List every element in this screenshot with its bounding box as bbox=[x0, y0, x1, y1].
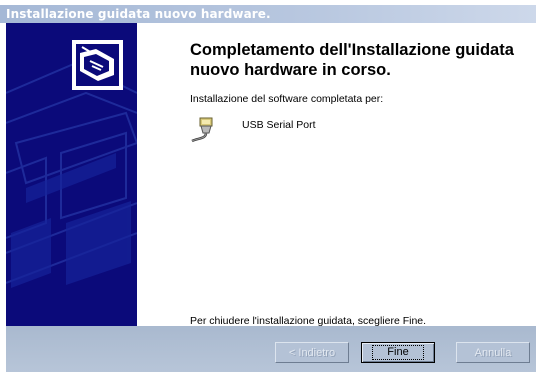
back-button[interactable]: < Indietro bbox=[275, 342, 349, 363]
banner-illustration bbox=[6, 23, 137, 326]
button-bar: < Indietro Fine Annulla bbox=[6, 326, 536, 372]
finish-button-label: Fine bbox=[372, 345, 424, 360]
status-message: Installazione del software completata pe… bbox=[190, 93, 384, 105]
title-bar[interactable]: Installazione guidata nuovo hardware. bbox=[0, 5, 536, 23]
page-title: Completamento dell'Installazione guidata… bbox=[190, 41, 514, 79]
wizard-content: Completamento dell'Installazione guidata… bbox=[137, 23, 536, 327]
hardware-logo-icon bbox=[72, 40, 123, 90]
serial-port-icon bbox=[191, 117, 213, 143]
device-name: USB Serial Port bbox=[242, 119, 316, 131]
cancel-button[interactable]: Annulla bbox=[456, 342, 530, 363]
wizard-side-banner bbox=[6, 23, 137, 326]
window-title: Installazione guidata nuovo hardware. bbox=[6, 7, 271, 21]
finish-button[interactable]: Fine bbox=[361, 342, 435, 363]
wizard-window: Installazione guidata nuovo hardware. Co… bbox=[0, 0, 536, 372]
